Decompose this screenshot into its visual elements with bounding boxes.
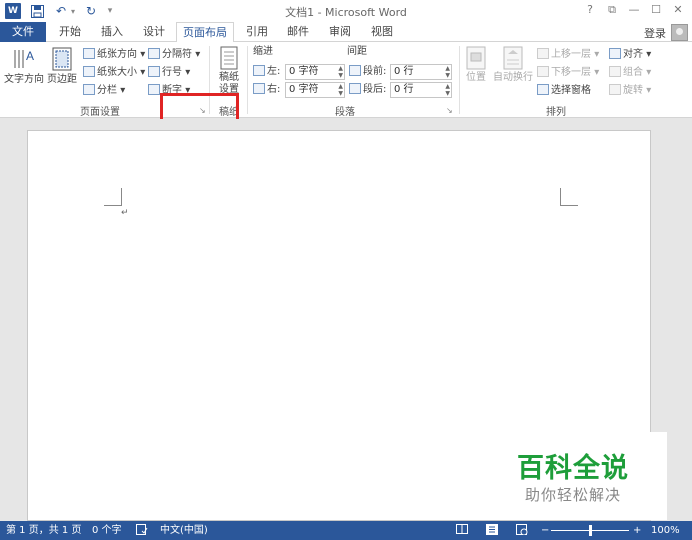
watermark-title: 百科全说	[517, 453, 629, 484]
margins-button[interactable]: 页边距	[46, 46, 78, 86]
indent-right-label: 右:	[253, 82, 280, 98]
breaks-button[interactable]: 分隔符 ▾	[148, 47, 200, 63]
paragraph-launcher-icon[interactable]: ↘	[446, 106, 453, 115]
spacing-before-input[interactable]: 0 行 ▲ ▼	[390, 64, 452, 80]
indent-right-icon	[253, 83, 265, 94]
size-button[interactable]: 纸张大小 ▾	[83, 65, 145, 81]
tab-insert[interactable]: 插入	[94, 22, 130, 42]
spacing-after-icon	[349, 83, 361, 94]
line-numbers-icon	[148, 66, 160, 77]
indent-heading: 缩进	[253, 46, 273, 57]
maximize-icon[interactable]: ☐	[647, 3, 665, 19]
spacing-heading: 间距	[347, 46, 367, 57]
watermark-subtitle: 助你轻松解决	[525, 486, 622, 504]
manuscript-settings-button[interactable]: 稿纸 设置	[213, 46, 245, 96]
rotate-button[interactable]: 旋转 ▾	[609, 83, 651, 99]
tab-references[interactable]: 引用	[240, 22, 274, 42]
line-numbers-button[interactable]: 行号 ▾	[148, 65, 190, 81]
rotate-icon	[609, 84, 621, 95]
position-icon	[466, 46, 486, 70]
position-button[interactable]: 位置	[462, 46, 490, 84]
language-indicator[interactable]: 中文(中国)	[160, 524, 208, 538]
indent-left-icon	[253, 65, 265, 76]
status-bar: 第 1 页，共 1 页 0 个字 中文(中国) − + 100%	[0, 521, 692, 540]
align-button[interactable]: 对齐 ▾	[609, 47, 651, 63]
spacing-after-input[interactable]: 0 行 ▲ ▼	[390, 82, 452, 98]
text-direction-button[interactable]: A 文字方向	[4, 46, 44, 86]
group-separator	[459, 46, 460, 114]
indent-left-label: 左:	[253, 64, 280, 80]
help-icon[interactable]: ?	[581, 3, 599, 19]
ribbon-display-options-icon[interactable]: ⧉	[603, 3, 621, 19]
tab-page-layout[interactable]: 页面布局	[176, 22, 234, 43]
group-label-page-setup: 页面设置	[80, 107, 120, 118]
bring-forward-button[interactable]: 上移一层 ▾	[537, 47, 599, 63]
title-bar: W ↶ ▾ ↻ ▾ 文档1 - Microsoft Word ? ⧉ — ☐ ✕	[0, 0, 692, 22]
paragraph-mark: ↵	[121, 208, 129, 218]
columns-button[interactable]: 分栏 ▾	[83, 83, 125, 99]
wrap-text-icon	[503, 46, 523, 70]
group-button[interactable]: 组合 ▾	[609, 65, 651, 81]
zoom-slider-thumb[interactable]	[589, 525, 592, 536]
avatar[interactable]	[671, 24, 688, 41]
text-direction-icon: A	[14, 49, 34, 68]
align-icon	[609, 48, 621, 59]
wrap-text-label: 自动换行	[493, 72, 533, 83]
indent-left-input[interactable]: 0 字符 ▲ ▼	[285, 64, 345, 80]
zoom-level[interactable]: 100%	[651, 524, 680, 538]
orientation-button[interactable]: 纸张方向 ▾	[83, 47, 145, 63]
zoom-out-button[interactable]: −	[541, 524, 549, 538]
web-layout-icon[interactable]	[516, 524, 530, 538]
spacing-before-label: 段前:	[349, 64, 386, 80]
selection-pane-icon	[537, 84, 549, 95]
margin-corner-top-right	[560, 188, 578, 206]
tab-design[interactable]: 设计	[136, 22, 172, 42]
bring-forward-icon	[537, 48, 549, 59]
margin-corner-top-left	[104, 188, 122, 206]
group-label-arrange: 排列	[546, 107, 566, 118]
hyphenation-icon	[148, 84, 160, 95]
manuscript-settings-line1: 稿纸	[219, 72, 239, 83]
group-icon	[609, 66, 621, 77]
paper-size-icon	[83, 66, 95, 77]
selection-pane-button[interactable]: 选择窗格	[537, 83, 591, 99]
tab-file[interactable]: 文件	[0, 22, 46, 42]
spacing-before-icon	[349, 65, 361, 76]
tab-mailings[interactable]: 邮件	[280, 22, 316, 42]
proofing-icon[interactable]	[136, 524, 150, 538]
svg-text:A: A	[26, 49, 34, 63]
spacing-after-label: 段后:	[349, 82, 386, 98]
margins-label: 页边距	[47, 74, 77, 85]
minimize-icon[interactable]: —	[625, 3, 643, 19]
send-backward-button[interactable]: 下移一层 ▾	[537, 65, 599, 81]
columns-icon	[83, 84, 95, 95]
orientation-icon	[83, 48, 95, 59]
zoom-in-button[interactable]: +	[633, 524, 641, 538]
tab-home[interactable]: 开始	[52, 22, 88, 42]
group-label-paragraph: 段落	[335, 107, 355, 118]
tab-view[interactable]: 视图	[364, 22, 400, 42]
position-label: 位置	[466, 72, 486, 83]
print-layout-icon[interactable]	[486, 524, 500, 538]
manuscript-icon	[220, 46, 238, 70]
send-backward-icon	[537, 66, 549, 77]
indent-right-input[interactable]: 0 字符 ▲ ▼	[285, 82, 345, 98]
tab-review[interactable]: 审阅	[322, 22, 358, 42]
breaks-icon	[148, 48, 160, 59]
page-count[interactable]: 第 1 页，共 1 页	[6, 524, 81, 538]
ribbon: A 文字方向 页边距 纸张方向 ▾ 纸张大小 ▾ 分栏 ▾ 分隔符 ▾ 行号 ▾…	[0, 42, 692, 118]
group-separator	[247, 46, 248, 114]
watermark: 百科全说 助你轻松解决	[505, 432, 667, 520]
close-icon[interactable]: ✕	[669, 3, 687, 19]
login-link[interactable]: 登录	[644, 25, 666, 41]
read-mode-icon[interactable]	[456, 524, 470, 538]
word-count[interactable]: 0 个字	[92, 524, 122, 538]
margins-icon	[52, 47, 72, 71]
ribbon-tabs: 文件 开始 插入 设计 页面布局 引用 邮件 审阅 视图 登录	[0, 22, 692, 43]
text-direction-label: 文字方向	[4, 74, 44, 85]
wrap-text-button[interactable]: 自动换行	[492, 46, 534, 84]
